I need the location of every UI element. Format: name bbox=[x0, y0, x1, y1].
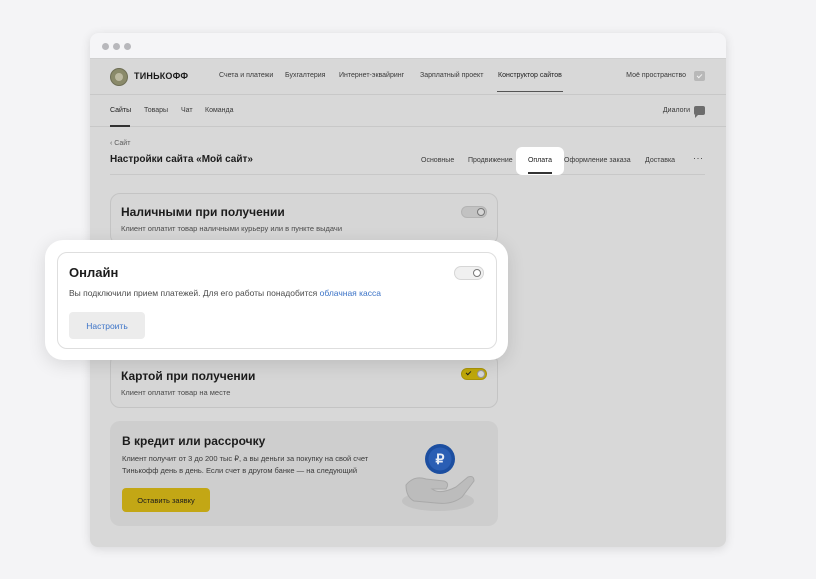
tab-payment[interactable]: Оплата bbox=[516, 147, 564, 175]
online-payment-card: Онлайн Вы подключили прием платежей. Для… bbox=[57, 252, 497, 349]
page-title: Настройки сайта «Мой сайт» bbox=[110, 154, 253, 165]
credit-title: В кредит или рассрочку bbox=[122, 434, 266, 448]
window-close-dot[interactable] bbox=[102, 43, 109, 50]
subnav-active-underline bbox=[110, 125, 130, 127]
toggle-knob bbox=[473, 269, 481, 277]
online-payment-description-text: Вы подключили прием платежей. Для его ра… bbox=[69, 288, 318, 298]
tab-payment-underline bbox=[528, 172, 552, 174]
subnav-sites[interactable]: Сайты bbox=[110, 107, 131, 114]
cash-payment-description: Клиент оплатит товар наличными курьеру и… bbox=[121, 224, 343, 233]
back-link[interactable]: ‹ Сайт bbox=[110, 140, 130, 147]
tab-delivery[interactable]: Доставка bbox=[645, 157, 675, 164]
tab-payment-label: Оплата bbox=[527, 157, 553, 164]
card-payment-description: Клиент оплатит товар на месте bbox=[121, 388, 231, 397]
card-payment-toggle[interactable] bbox=[461, 368, 487, 380]
window-titlebar bbox=[90, 33, 726, 59]
tabs-divider bbox=[110, 174, 705, 175]
card-payment-title: Картой при получении bbox=[121, 369, 256, 383]
workspace-dropdown-icon[interactable] bbox=[694, 71, 705, 81]
top-navigation: ТИНЬКОФФ Счета и платежи Бухгалтерия Инт… bbox=[90, 59, 726, 95]
tab-general[interactable]: Основные bbox=[421, 157, 454, 164]
cash-payment-toggle[interactable] bbox=[461, 206, 487, 218]
online-payment-toggle[interactable] bbox=[454, 266, 484, 280]
subnav-chat[interactable]: Чат bbox=[181, 107, 193, 114]
main-nav-payroll[interactable]: Зарплатный проект bbox=[420, 72, 483, 79]
cash-payment-title: Наличными при получении bbox=[121, 205, 285, 219]
window-maximize-dot[interactable] bbox=[124, 43, 131, 50]
back-link-label: Сайт bbox=[114, 140, 131, 147]
tab-promotion[interactable]: Продвижение bbox=[468, 157, 513, 164]
brand-logo-icon[interactable] bbox=[110, 68, 128, 86]
online-payment-title: Онлайн bbox=[69, 265, 119, 280]
main-nav-accounting[interactable]: Бухгалтерия bbox=[285, 72, 325, 79]
main-nav-site-builder[interactable]: Конструктор сайтов bbox=[498, 72, 562, 79]
hand-coin-illustration-icon: ₽ bbox=[402, 444, 475, 511]
toggle-knob bbox=[477, 208, 485, 216]
brand-name[interactable]: ТИНЬКОФФ bbox=[134, 71, 188, 81]
online-payment-description: Вы подключили прием платежей. Для его ра… bbox=[69, 288, 381, 298]
tab-checkout[interactable]: Оформление заказа bbox=[564, 157, 631, 164]
subnav-products[interactable]: Товары bbox=[144, 107, 168, 114]
window-minimize-dot[interactable] bbox=[113, 43, 120, 50]
main-nav-active-underline bbox=[497, 91, 563, 92]
online-payment-highlight: Онлайн Вы подключили прием платежей. Для… bbox=[45, 240, 508, 360]
workspace-label[interactable]: Моё пространство bbox=[626, 72, 686, 79]
setup-button[interactable]: Настроить bbox=[69, 312, 145, 339]
checkmark-icon bbox=[465, 369, 472, 376]
credit-description: Клиент получит от 3 до 200 тыс ₽, а вы д… bbox=[122, 454, 369, 475]
card-payment-card: Картой при получении Клиент оплатит това… bbox=[110, 353, 498, 408]
dialogs-link[interactable]: Диалоги bbox=[663, 107, 690, 114]
toggle-knob bbox=[477, 370, 485, 378]
chat-bubble-icon[interactable] bbox=[694, 106, 705, 118]
apply-button[interactable]: Оставить заявку bbox=[122, 488, 210, 512]
coin-symbol: ₽ bbox=[436, 451, 445, 467]
cloud-register-link[interactable]: облачная касса bbox=[320, 288, 381, 298]
credit-banner: В кредит или рассрочку Клиент получит от… bbox=[110, 421, 498, 526]
sub-navigation: Сайты Товары Чат Команда Диалоги bbox=[90, 95, 726, 127]
cash-payment-card: Наличными при получении Клиент оплатит т… bbox=[110, 193, 498, 245]
main-nav-acquiring[interactable]: Интернет-эквайринг bbox=[339, 72, 404, 79]
more-tabs-icon[interactable]: ··· bbox=[693, 153, 704, 163]
subnav-team[interactable]: Команда bbox=[205, 107, 234, 114]
main-nav-accounts[interactable]: Счета и платежи bbox=[219, 72, 273, 79]
